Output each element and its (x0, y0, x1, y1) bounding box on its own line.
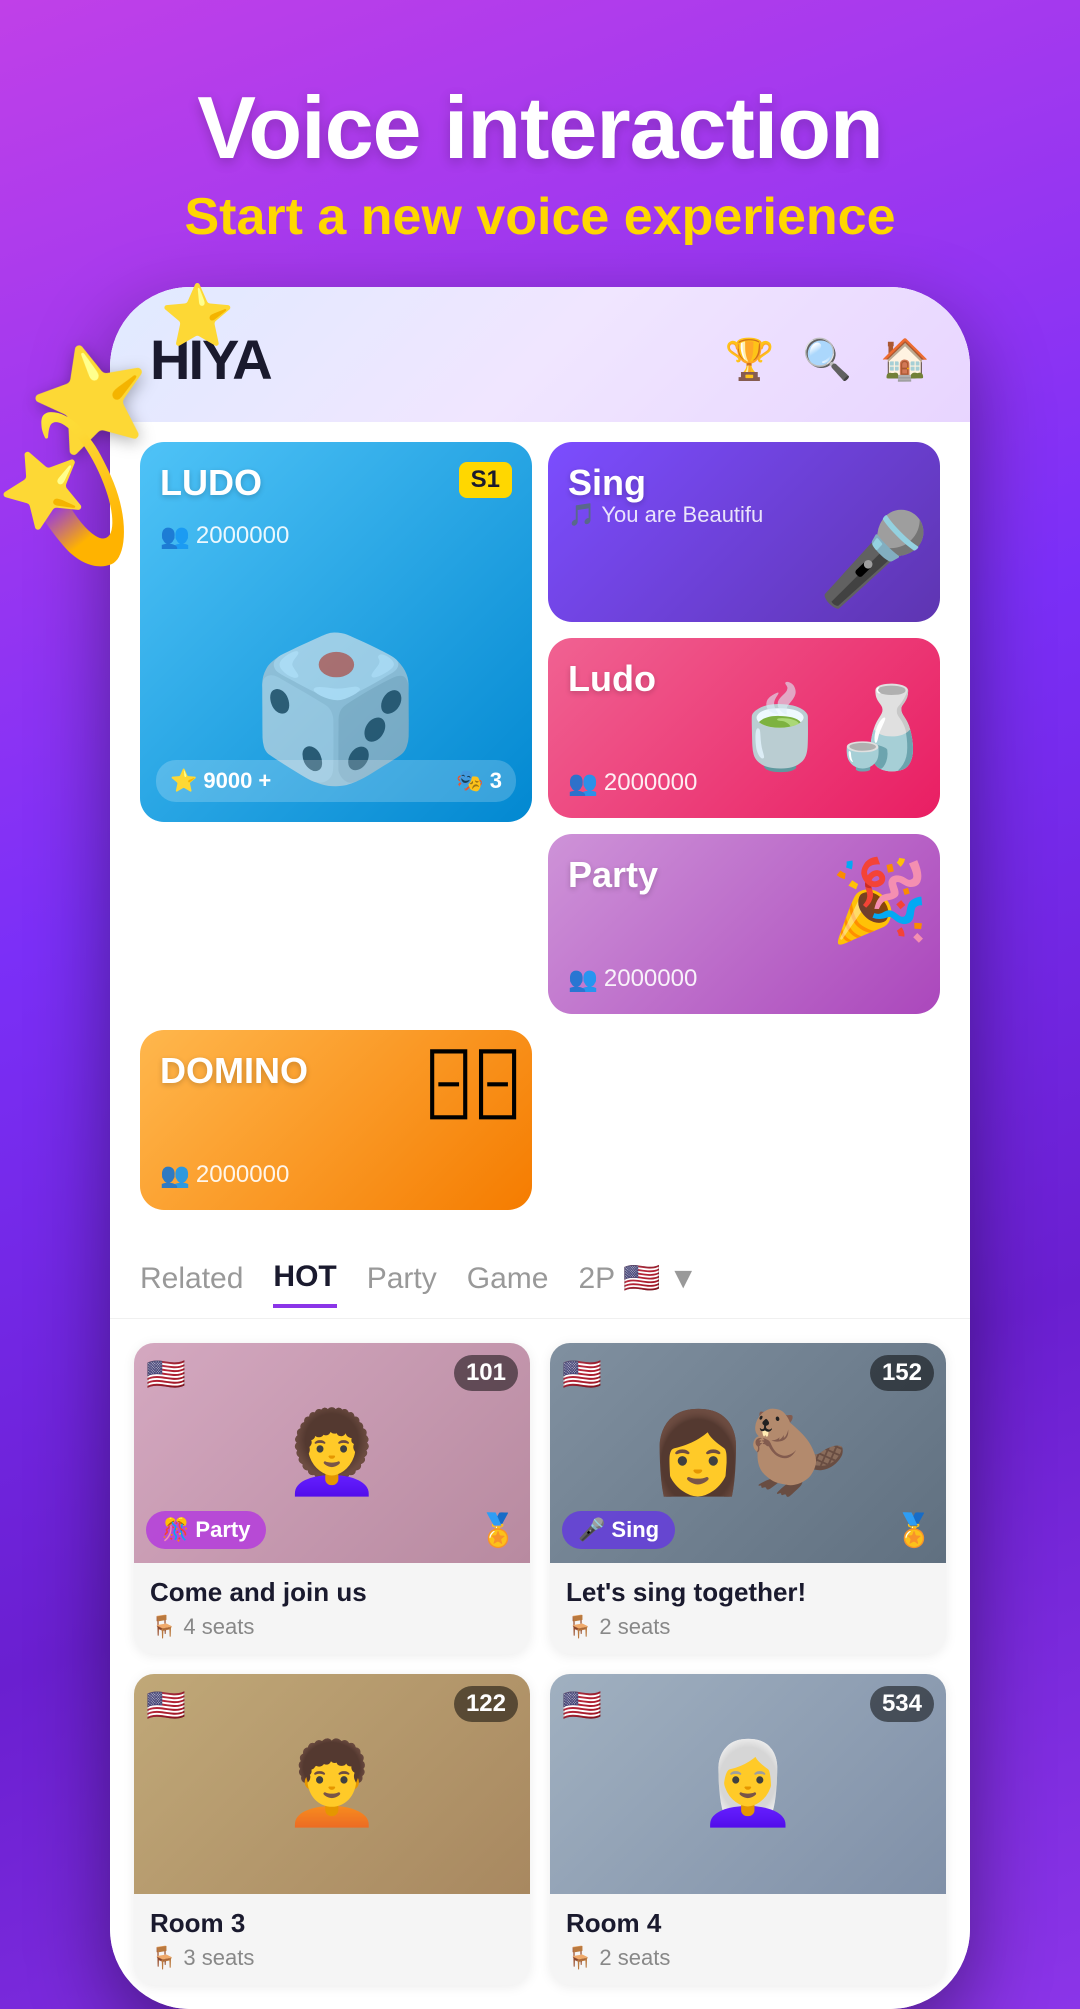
party-title: Party (568, 854, 658, 896)
room-info-4: Room 4 🪑 2 seats (550, 1894, 946, 1985)
room-seats-3: 🪑 3 seats (150, 1945, 514, 1971)
deco-star-gold: ⭐ (160, 280, 235, 351)
phone-mockup: HIYA 🏆 🔍 🏠 LUDO S1 👥 2000000 🎲 ⭐ (110, 287, 970, 2009)
header-title: Voice interaction (40, 80, 1040, 177)
room-info-3: Room 3 🪑 3 seats (134, 1894, 530, 1985)
seat-icon-2: 🪑 (566, 1614, 593, 1640)
room-thumbnail-4: 👩‍🦳 🇺🇸 534 (550, 1674, 946, 1894)
game-card-sing[interactable]: Sing 🎵 You are Beautifu 🎤 (548, 442, 940, 622)
tab-2p[interactable]: 2P 🇺🇸 ▼ (578, 1261, 698, 1296)
tab-party[interactable]: Party (367, 1252, 437, 1306)
room-viewers-4: 534 (870, 1686, 934, 1722)
tab-game[interactable]: Game (467, 1252, 549, 1306)
game-card-ludo[interactable]: LUDO S1 👥 2000000 🎲 ⭐ 9000 + 🎭 3 (140, 442, 532, 822)
game-card-domino[interactable]: DOMINO 👥 2000000 🁣🁣 (140, 1030, 532, 1210)
domino-title: DOMINO (160, 1050, 308, 1092)
header-icons: 🏆 🔍 🏠 (725, 336, 930, 383)
party-badge-icon: 🎊 (162, 1517, 189, 1543)
room-card-4[interactable]: 👩‍🦳 🇺🇸 534 Room 4 🪑 2 seats (550, 1674, 946, 1985)
room-award-1: 🏅 (478, 1511, 518, 1549)
seat-icon-3: 🪑 (150, 1945, 177, 1971)
party-emoji: 🎉 (830, 854, 930, 948)
ludo2-emoji: 🍵🍶 (731, 681, 930, 775)
room-name-4: Room 4 (566, 1908, 930, 1939)
room-badge-2: 🎤 Sing (562, 1511, 675, 1549)
star-icon: ⭐ (170, 768, 197, 794)
chevron-down-icon: ▼ (668, 1262, 698, 1296)
room-viewers-2: 152 (870, 1355, 934, 1391)
room-thumbnail-2: 👩‍🦫 🇺🇸 152 🎤 Sing 🏅 (550, 1343, 946, 1563)
app-header: HIYA 🏆 🔍 🏠 (110, 287, 970, 422)
room-flag-4: 🇺🇸 (562, 1686, 602, 1724)
rooms-grid: 👩‍🦱 🇺🇸 101 🎊 Party 🏅 Come and join us 🪑 … (110, 1319, 970, 2009)
room-award-2: 🏅 (894, 1511, 934, 1549)
room-thumbnail-3: 🧑‍🦱 🇺🇸 122 (134, 1674, 530, 1894)
seat-icon-1: 🪑 (150, 1614, 177, 1640)
header-subtitle: Start a new voice experience (40, 187, 1040, 247)
room-card-3[interactable]: 🧑‍🦱 🇺🇸 122 Room 3 🪑 3 seats (134, 1674, 530, 1985)
room-info-1: Come and join us 🪑 4 seats (134, 1563, 530, 1654)
right-game-column: Sing 🎵 You are Beautifu 🎤 Ludo 👥 2000000… (548, 442, 940, 818)
room-viewers-3: 122 (454, 1686, 518, 1722)
tab-hot[interactable]: HOT (273, 1250, 336, 1308)
game-card-party[interactable]: Party 👥 2000000 🎉 (548, 834, 940, 1014)
ludo-players: 👥 2000000 (160, 522, 289, 551)
room-badge-1: 🎊 Party (146, 1511, 266, 1549)
seat-icon-4: 🪑 (566, 1945, 593, 1971)
sing-badge-icon: 🎤 (578, 1517, 605, 1543)
room-viewers-1: 101 (454, 1355, 518, 1391)
phone-inner: HIYA 🏆 🔍 🏠 LUDO S1 👥 2000000 🎲 ⭐ (110, 287, 970, 2009)
people-icon-2: 👥 (568, 769, 598, 798)
mask-icon: 🎭 (456, 768, 483, 794)
sing-title: Sing (568, 462, 646, 504)
room-card-2[interactable]: 👩‍🦫 🇺🇸 152 🎤 Sing 🏅 Let's sing together!… (550, 1343, 946, 1654)
domino-emoji: 🁣🁣 (424, 1050, 522, 1120)
room-card-1[interactable]: 👩‍🦱 🇺🇸 101 🎊 Party 🏅 Come and join us 🪑 … (134, 1343, 530, 1654)
ludo-score-bar: ⭐ 9000 + 🎭 3 (156, 760, 516, 802)
room-thumbnail-1: 👩‍🦱 🇺🇸 101 🎊 Party 🏅 (134, 1343, 530, 1563)
room-seats-4: 🪑 2 seats (566, 1945, 930, 1971)
home-icon[interactable]: 🏠 (880, 336, 930, 383)
room-name-2: Let's sing together! (566, 1577, 930, 1608)
people-icon: 👥 (160, 522, 190, 551)
header-section: Voice interaction Start a new voice expe… (0, 0, 1080, 287)
people-icon-3: 👥 (568, 965, 598, 994)
ludo-rank: 🎭 3 (456, 768, 502, 794)
room-seats-2: 🪑 2 seats (566, 1614, 930, 1640)
ludo2-players: 👥 2000000 (568, 769, 697, 798)
ludo2-title: Ludo (568, 658, 656, 700)
game-card-ludo2[interactable]: Ludo 👥 2000000 🍵🍶 (548, 638, 940, 818)
room-info-2: Let's sing together! 🪑 2 seats (550, 1563, 946, 1654)
ludo-badge: S1 (459, 462, 512, 498)
music-icon: 🎵 (568, 502, 595, 528)
games-grid: LUDO S1 👥 2000000 🎲 ⭐ 9000 + 🎭 3 (110, 422, 970, 1230)
room-flag-1: 🇺🇸 (146, 1355, 186, 1393)
domino-players: 👥 2000000 (160, 1161, 289, 1190)
room-flag-3: 🇺🇸 (146, 1686, 186, 1724)
search-icon[interactable]: 🔍 (802, 336, 852, 383)
room-seats-1: 🪑 4 seats (150, 1614, 514, 1640)
party-players: 👥 2000000 (568, 965, 697, 994)
ludo-score: ⭐ 9000 + (170, 768, 271, 794)
sing-subtitle: 🎵 You are Beautifu (568, 502, 763, 528)
room-name-3: Room 3 (150, 1908, 514, 1939)
trophy-icon[interactable]: 🏆 (725, 336, 775, 383)
room-flag-2: 🇺🇸 (562, 1355, 602, 1393)
tabs-bar: Related HOT Party Game 2P 🇺🇸 ▼ (110, 1230, 970, 1319)
tab-related[interactable]: Related (140, 1252, 243, 1306)
sing-mic: 🎤 (818, 507, 930, 612)
ludo-title: LUDO (160, 462, 262, 504)
room-name-1: Come and join us (150, 1577, 514, 1608)
people-icon-4: 👥 (160, 1161, 190, 1190)
